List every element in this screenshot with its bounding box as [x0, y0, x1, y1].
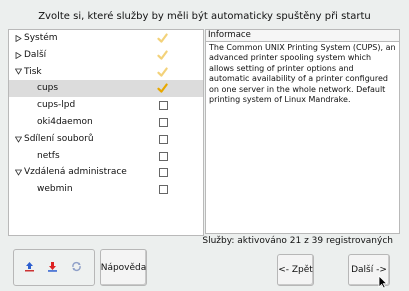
- install-down-icon[interactable]: [47, 261, 58, 272]
- status-text: Služby: aktivováno 21 z 39 registrovanýc…: [202, 236, 393, 246]
- back-button[interactable]: <- Zpět: [277, 254, 314, 286]
- service-checkbox[interactable]: [159, 151, 168, 161]
- expanded-arrow-icon[interactable]: [14, 64, 22, 81]
- service-label: cups-lpd: [37, 100, 76, 111]
- service-label: Systém: [24, 33, 58, 43]
- dialog-title: Zvolte si, které služby by měli být auto…: [38, 11, 371, 22]
- mouse-cursor: [378, 275, 388, 289]
- service-checkbox[interactable]: [159, 134, 168, 144]
- collapsed-arrow-icon[interactable]: [14, 47, 22, 64]
- service-row[interactable]: cups-lpd: [9, 97, 203, 114]
- service-category-row[interactable]: Sdílení souborů: [9, 131, 203, 148]
- install-up-icon[interactable]: [24, 261, 35, 272]
- service-row[interactable]: netfs: [9, 148, 203, 165]
- info-text: The Common UNIX Printing System (CUPS), …: [209, 43, 396, 105]
- expanded-arrow-icon[interactable]: [14, 164, 22, 181]
- service-checkbox[interactable]: [159, 168, 168, 178]
- partial-checkmark-icon[interactable]: [157, 67, 168, 78]
- expanded-arrow-icon[interactable]: [14, 131, 22, 148]
- service-label: oki4daemon: [37, 116, 93, 127]
- service-row[interactable]: webmin: [9, 181, 203, 198]
- service-row[interactable]: oki4daemon: [9, 114, 203, 131]
- service-category-row[interactable]: Systém: [9, 30, 203, 47]
- service-category-row[interactable]: Tisk: [9, 64, 203, 81]
- service-checkbox[interactable]: [159, 185, 168, 195]
- checkmark-icon[interactable]: [157, 83, 168, 94]
- service-row[interactable]: cups: [9, 80, 203, 98]
- info-heading: Informace: [206, 30, 399, 42]
- service-checkbox[interactable]: [159, 101, 168, 111]
- service-category-row[interactable]: Vzdálená administrace: [9, 164, 203, 181]
- service-label: Sdílení souborů: [24, 133, 94, 144]
- refresh-icon[interactable]: [71, 261, 82, 272]
- service-label: Další: [24, 49, 47, 60]
- help-button[interactable]: Nápověda: [100, 249, 147, 286]
- service-label: netfs: [37, 150, 60, 161]
- icon-toolbar: [13, 249, 95, 286]
- service-checkbox[interactable]: [159, 117, 168, 127]
- collapsed-arrow-icon[interactable]: [14, 30, 22, 47]
- service-category-row[interactable]: Další: [9, 47, 203, 64]
- partial-checkmark-icon[interactable]: [157, 50, 168, 61]
- info-panel: Informace The Common UNIX Printing Syste…: [205, 29, 400, 234]
- service-label: cups: [37, 83, 59, 94]
- partial-checkmark-icon[interactable]: [157, 33, 168, 44]
- service-label: Tisk: [24, 66, 42, 77]
- service-label: Vzdálená administrace: [24, 167, 127, 178]
- service-label: webmin: [37, 184, 73, 195]
- services-list[interactable]: Systém Další Tisk cups cups-lpd oki4daemon Sdí…: [8, 29, 204, 236]
